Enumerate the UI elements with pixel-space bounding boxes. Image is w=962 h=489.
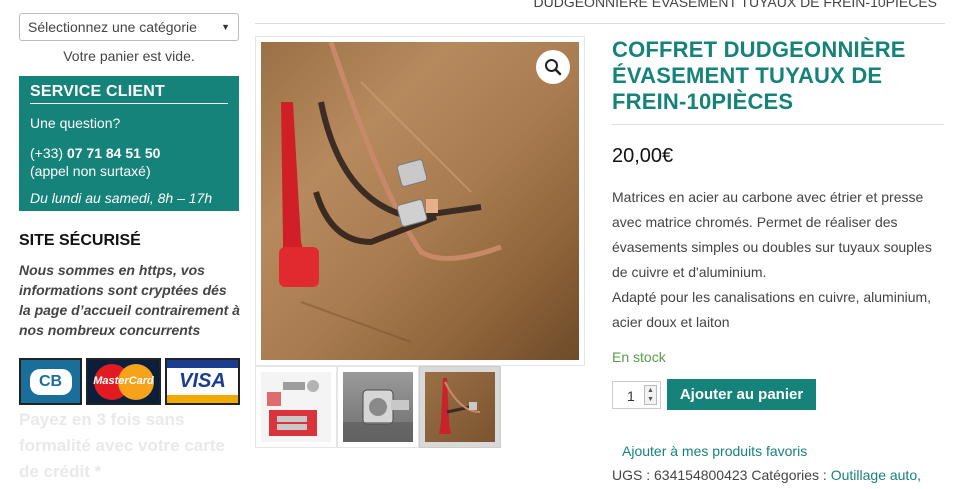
thumbnail-2-illustration: [343, 389, 413, 442]
categories-label: Catégories :: [751, 467, 827, 483]
thumbnail-3-illustration: [439, 378, 481, 434]
magnifier-icon: [545, 59, 562, 76]
quantity-value[interactable]: 1: [627, 388, 635, 404]
breadcrumb-bar: DUDGEONNIÈRE ÉVASEMENT TUYAUX DE FREIN-1…: [255, 0, 945, 24]
phone-note: (appel non surtaxé): [30, 163, 151, 179]
secure-site-title: SITE SÉCURISÉ: [19, 232, 141, 249]
payment-cards: CB MasterCard VISA: [19, 358, 240, 405]
service-phone: (+33) 07 71 84 51 50: [30, 144, 228, 162]
customer-service-box: SERVICE CLIENT Une question? (+33) 07 71…: [19, 76, 239, 211]
description-paragraph-1: Matrices en acier au carbone avec étrier…: [612, 189, 932, 280]
phone-prefix: (+33): [30, 145, 64, 161]
stock-status: En stock: [612, 349, 666, 365]
sku-value: 634154800423: [654, 467, 748, 483]
title-divider: [612, 124, 944, 125]
mastercard-logo: MasterCard: [86, 358, 161, 405]
category-select[interactable]: Sélectionnez une catégorie ▼: [19, 13, 239, 41]
product-meta: UGS : 634154800423 Catégories : Outillag…: [612, 467, 921, 483]
product-title: COFFRET DUDGEONNIÈRE ÉVASEMENT TUYAUX DE…: [612, 37, 906, 114]
service-question: Une question?: [30, 115, 121, 131]
thumbnail-2[interactable]: [337, 366, 419, 448]
quantity-stepper[interactable]: 1 ▲ ▼: [612, 381, 661, 409]
cb-card-logo: CB: [19, 358, 82, 405]
service-hours: Du lundi au samedi, 8h – 17h: [30, 190, 213, 206]
product-price: 20,00€: [612, 145, 674, 167]
breadcrumb: DUDGEONNIÈRE ÉVASEMENT TUYAUX DE FREIN-1…: [533, 0, 938, 10]
thumbnail-3-active[interactable]: [419, 366, 501, 448]
phone-number[interactable]: 07 71 84 51 50: [67, 145, 160, 161]
visa-logo: VISA: [165, 358, 240, 405]
chevron-down-icon[interactable]: ▼: [647, 396, 654, 403]
cart-empty-message: Votre panier est vide.: [63, 48, 195, 64]
quantity-spinner[interactable]: ▲ ▼: [644, 385, 657, 405]
chevron-up-icon[interactable]: ▲: [647, 387, 654, 394]
customer-service-title: SERVICE CLIENT: [30, 83, 228, 104]
secure-site-text: Nous sommes en https, vos informations s…: [19, 262, 240, 338]
zoom-button[interactable]: [536, 50, 570, 84]
thumbnail-1-illustration: [267, 380, 319, 436]
product-photo: [261, 42, 579, 360]
add-to-wishlist-link[interactable]: Ajouter à mes produits favoris: [622, 443, 807, 459]
description-paragraph-2: Adapté pour les canalisations en cuivre,…: [612, 289, 932, 330]
product-main-image[interactable]: [255, 36, 585, 366]
product-thumbnails: [255, 366, 501, 448]
sku-label: UGS :: [612, 467, 651, 483]
add-to-cart-button[interactable]: Ajouter au panier: [667, 379, 816, 410]
category-select-value: Sélectionnez une catégorie: [28, 19, 197, 35]
product-description: Matrices en acier au carbone avec étrier…: [612, 185, 947, 335]
thumbnail-1[interactable]: [255, 366, 337, 448]
pay-in-3-installments-text: Payez en 3 fois sans formalité avec votr…: [19, 410, 225, 481]
chevron-down-icon: ▼: [221, 22, 230, 32]
category-link[interactable]: Outillage auto,: [831, 467, 921, 483]
product-photo-illustration: [279, 42, 502, 343]
